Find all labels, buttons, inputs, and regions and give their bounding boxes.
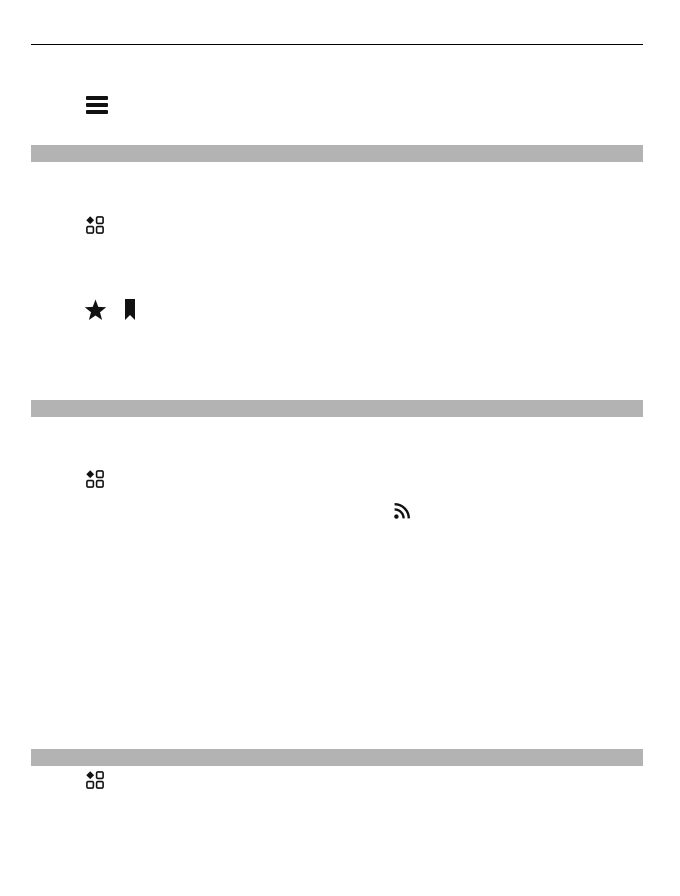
rss-feed-icon	[394, 503, 410, 519]
menu-icon	[86, 96, 108, 114]
applications-icon	[86, 470, 104, 488]
star-icon	[84, 299, 107, 320]
applications-icon	[86, 771, 104, 789]
section-band-2	[31, 400, 643, 417]
bookmark-icon	[125, 299, 135, 320]
header-rule	[31, 44, 643, 45]
section-band-3	[31, 749, 643, 766]
applications-icon	[86, 216, 104, 234]
section-band-1	[31, 145, 643, 162]
